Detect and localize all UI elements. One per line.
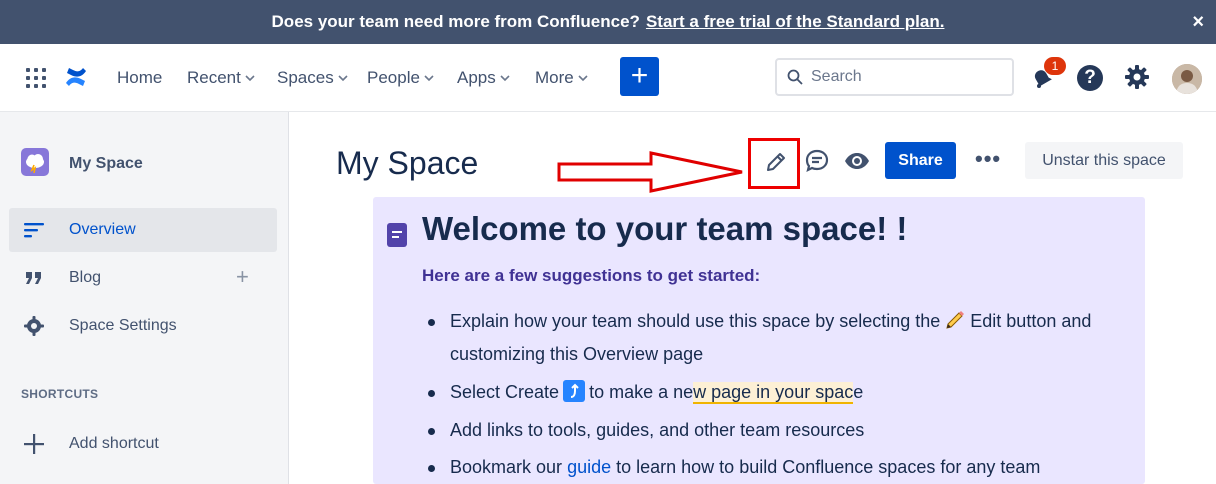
chevron-down-icon <box>338 75 348 82</box>
user-avatar[interactable] <box>1172 64 1202 94</box>
nav-recent-label: Recent <box>187 68 241 87</box>
comment-icon[interactable] <box>804 148 830 174</box>
list-item: Bookmark our guide to learn how to build… <box>428 451 1138 484</box>
list-item-text: to learn how to build Confluence spaces … <box>616 457 1041 477</box>
avatar-photo-icon <box>1172 64 1202 94</box>
app-switcher-icon[interactable] <box>26 68 46 88</box>
search-icon <box>787 69 803 85</box>
page-title: My Space <box>336 145 479 181</box>
nav-home[interactable]: Home <box>117 68 162 88</box>
nav-apps-label: Apps <box>457 68 496 87</box>
highlighted-text: w page in your spac <box>693 382 854 404</box>
sidebar-item-label: Space Settings <box>69 317 177 334</box>
edit-pencil-icon[interactable] <box>764 150 788 174</box>
top-navigation: Home Recent Spaces People Apps More + 1 … <box>0 44 1216 112</box>
gear-icon <box>24 316 44 336</box>
chevron-down-icon <box>578 75 588 82</box>
list-item-text: Explain how your team should use this sp… <box>450 311 941 331</box>
add-shortcut-label: Add shortcut <box>69 435 159 452</box>
nav-more-label: More <box>535 68 574 87</box>
banner-trial-link[interactable]: Start a free trial of the Standard plan. <box>646 12 945 32</box>
add-blog-post-icon[interactable]: + <box>236 264 249 290</box>
unstar-space-button[interactable]: Unstar this space <box>1025 142 1183 179</box>
overview-lines-icon <box>24 223 44 238</box>
add-shortcut-item[interactable]: Add shortcut <box>9 422 277 466</box>
create-emoji-icon <box>563 380 586 402</box>
panel-title: Welcome to your team space! ! <box>422 210 908 247</box>
note-panel-icon <box>387 223 407 247</box>
list-item: Explain how your team should use this sp… <box>428 305 1138 371</box>
chevron-down-icon <box>500 75 510 82</box>
create-button[interactable]: + <box>620 57 659 96</box>
sidebar-item-space-settings[interactable]: Space Settings <box>9 304 277 348</box>
nav-home-label: Home <box>117 68 163 87</box>
shortcuts-heading: SHORTCUTS <box>21 387 99 401</box>
list-item-text: to make a ne <box>589 382 694 402</box>
nav-spaces-label: Spaces <box>277 68 334 87</box>
quote-icon <box>26 272 41 284</box>
space-avatar-icon[interactable] <box>21 148 49 176</box>
plus-icon <box>24 434 44 454</box>
nav-apps[interactable]: Apps <box>457 68 510 88</box>
help-icon[interactable]: ? <box>1077 65 1103 91</box>
panel-subtitle: Here are a few suggestions to get starte… <box>422 266 761 285</box>
sidebar-item-overview[interactable]: Overview <box>9 208 277 252</box>
space-sidebar: My Space Overview Blog + Space Settings <box>0 112 289 484</box>
list-item-text: Add links to tools, guides, and other te… <box>450 420 865 440</box>
list-item-text: Bookmark our <box>450 457 563 477</box>
settings-gear-icon[interactable] <box>1124 64 1150 90</box>
cloud-icon <box>26 154 44 174</box>
guide-link[interactable]: guide <box>567 457 611 477</box>
watch-eye-icon[interactable] <box>843 148 871 174</box>
sidebar-item-label: Blog <box>69 269 102 286</box>
nav-spaces[interactable]: Spaces <box>277 68 348 88</box>
nav-recent[interactable]: Recent <box>187 68 255 88</box>
nav-people[interactable]: People <box>367 68 434 88</box>
chevron-down-icon <box>245 75 255 82</box>
share-button[interactable]: Share <box>885 142 956 179</box>
trial-banner: Does your team need more from Confluence… <box>0 0 1216 44</box>
list-item-text: e <box>853 382 864 402</box>
space-name[interactable]: My Space <box>69 155 143 173</box>
list-item: Add links to tools, guides, and other te… <box>428 414 1138 447</box>
confluence-logo-icon[interactable] <box>64 64 88 90</box>
notification-count-badge: 1 <box>1044 57 1066 75</box>
welcome-panel: Welcome to your team space! ! Here are a… <box>373 197 1145 484</box>
list-item-text: Select Create <box>450 382 560 402</box>
banner-text: Does your team need more from Confluence… <box>271 12 640 31</box>
search-box[interactable] <box>775 58 1014 96</box>
nav-more[interactable]: More <box>535 68 588 88</box>
list-item: Select Create to make a new page in your … <box>428 376 1138 409</box>
annotation-arrow-icon <box>557 151 743 193</box>
chevron-down-icon <box>424 75 434 82</box>
pencil-emoji-icon <box>946 311 965 329</box>
banner-close-icon[interactable]: × <box>1192 12 1204 32</box>
search-input[interactable] <box>811 68 991 86</box>
sidebar-item-label: Overview <box>69 221 136 238</box>
more-actions-icon[interactable]: ••• <box>975 146 1001 172</box>
nav-people-label: People <box>367 68 420 87</box>
suggestion-list: Explain how your team should use this sp… <box>428 305 1138 484</box>
